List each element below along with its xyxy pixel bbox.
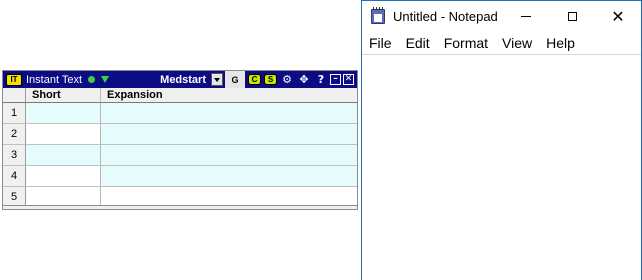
menu-help[interactable]: Help <box>539 35 582 51</box>
down-arrow-icon[interactable] <box>101 76 110 83</box>
close-button[interactable]: ✕ <box>343 74 354 85</box>
text-editor-area[interactable] <box>362 54 641 280</box>
short-cell[interactable] <box>26 145 101 166</box>
settings-gear-icon[interactable]: ⚙ <box>280 71 294 88</box>
s-button[interactable]: S <box>264 74 277 85</box>
minimize-icon <box>521 16 531 17</box>
grid-header-row: Short Expansion <box>3 88 357 103</box>
window-controls: ✕ <box>503 1 641 32</box>
g-button[interactable]: G <box>225 71 245 88</box>
close-icon: ✕ <box>611 6 625 26</box>
short-cell[interactable] <box>26 103 101 124</box>
window-title: Untitled - Notepad <box>393 9 498 24</box>
notepad-window: Untitled - Notepad ✕ File Edit Format Vi… <box>361 0 642 280</box>
menu-bar: File Edit Format View Help <box>362 32 641 54</box>
row-number[interactable]: 1 <box>3 103 26 124</box>
window-bottom-border <box>3 205 357 209</box>
close-button[interactable]: ✕ <box>595 1 641 32</box>
notepad-icon[interactable] <box>371 7 385 24</box>
expansion-cell[interactable] <box>101 103 357 124</box>
status-dot-icon[interactable] <box>88 76 96 83</box>
minimize-button[interactable] <box>503 1 549 32</box>
maximize-icon <box>567 12 577 21</box>
table-row: 1 <box>3 103 357 124</box>
profile-name[interactable]: Medstart <box>160 74 206 86</box>
chevron-down-icon <box>214 77 220 82</box>
minimize-button[interactable]: – <box>330 74 341 85</box>
menu-file[interactable]: File <box>362 35 399 51</box>
row-number[interactable]: 4 <box>3 166 26 187</box>
minimize-icon: – <box>333 74 338 84</box>
table-row: 4 <box>3 166 357 187</box>
expansion-cell[interactable] <box>101 145 357 166</box>
menu-view[interactable]: View <box>495 35 539 51</box>
table-row: 2 <box>3 124 357 145</box>
row-number[interactable]: 2 <box>3 124 26 145</box>
maximize-button[interactable] <box>549 1 595 32</box>
short-cell[interactable] <box>26 124 101 145</box>
row-number[interactable]: 3 <box>3 145 26 166</box>
instant-text-logo: IT <box>6 73 22 86</box>
close-icon: ✕ <box>344 74 353 84</box>
column-header-expansion[interactable]: Expansion <box>101 88 357 103</box>
help-icon[interactable]: ? <box>314 71 328 88</box>
move-icon[interactable]: ✥ <box>297 71 311 88</box>
table-row: 3 <box>3 145 357 166</box>
notepad-titlebar[interactable]: Untitled - Notepad ✕ <box>362 1 641 32</box>
column-header-short[interactable]: Short <box>26 88 101 103</box>
corner-cell <box>3 88 26 103</box>
menu-format[interactable]: Format <box>437 35 495 51</box>
c-button[interactable]: C <box>248 74 261 85</box>
expansion-cell[interactable] <box>101 124 357 145</box>
abbreviation-grid: Short Expansion 1 2 3 4 5 <box>3 88 357 208</box>
expansion-cell[interactable] <box>101 166 357 187</box>
instant-text-toolbar: IT Instant Text Medstart G C S ⚙ ✥ ? – ✕ <box>3 71 357 88</box>
menu-edit[interactable]: Edit <box>399 35 437 51</box>
instant-text-title: Instant Text <box>26 73 83 86</box>
short-cell[interactable] <box>26 166 101 187</box>
profile-dropdown-button[interactable] <box>211 73 223 86</box>
instant-text-window: IT Instant Text Medstart G C S ⚙ ✥ ? – ✕… <box>2 70 358 210</box>
